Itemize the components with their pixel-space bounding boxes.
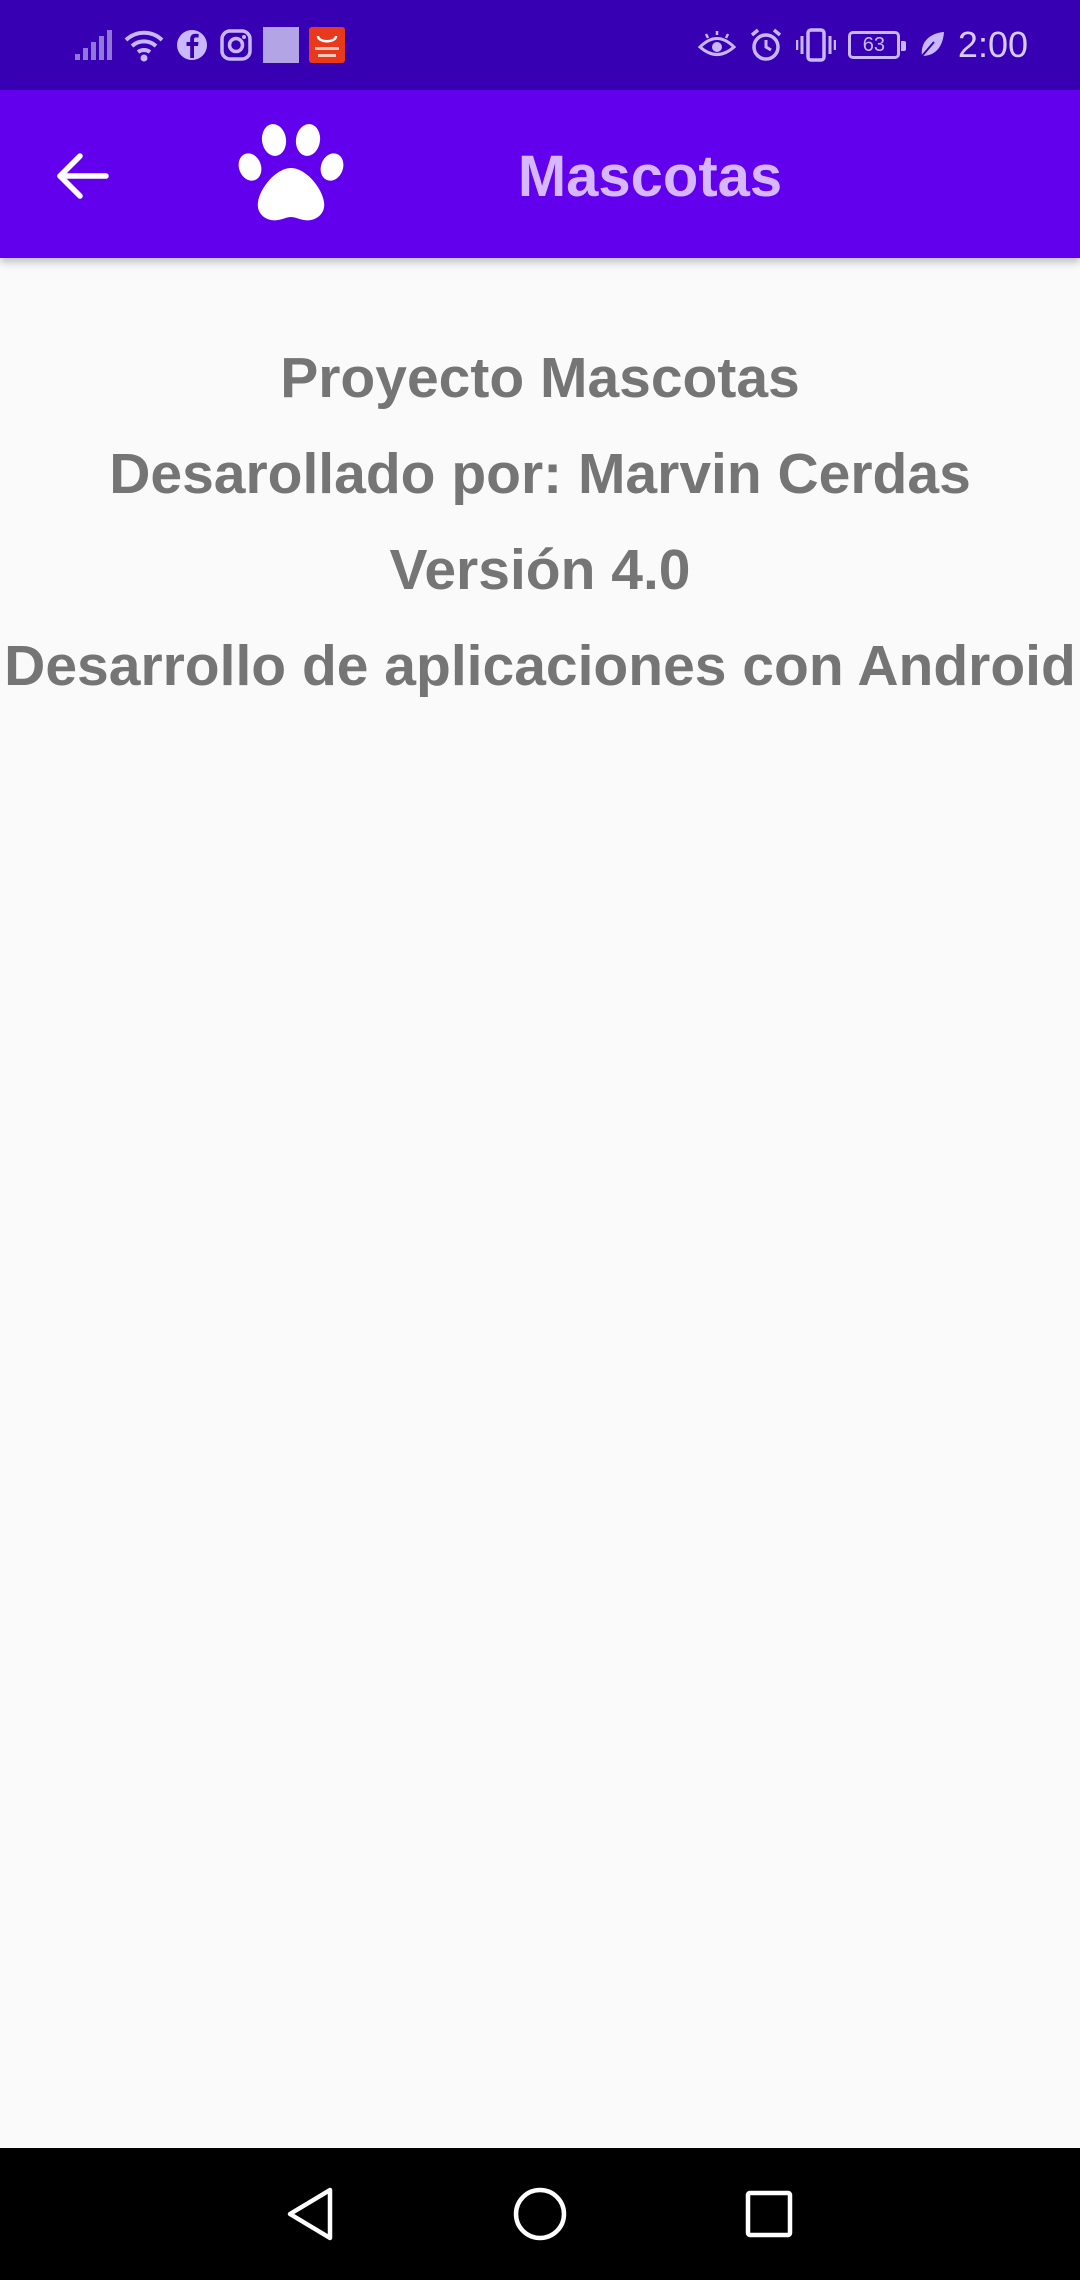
course-text: Desarrollo de aplicaciones con Android — [4, 634, 1076, 698]
nav-recents-button[interactable] — [733, 2178, 805, 2250]
instagram-icon — [219, 24, 253, 66]
alarm-icon — [748, 24, 784, 66]
developer-text: Desarollado por: Marvin Cerdas — [109, 442, 971, 506]
aliexpress-icon — [309, 24, 345, 66]
nav-back-button[interactable] — [274, 2178, 346, 2250]
back-triangle-icon — [287, 2187, 333, 2241]
vibrate-icon — [795, 24, 836, 66]
nav-home-button[interactable] — [504, 2178, 576, 2250]
arrow-back-icon — [57, 153, 109, 199]
navigation-bar — [0, 2148, 1080, 2280]
back-button[interactable] — [40, 134, 124, 218]
about-content: Proyecto Mascotas Desarollado por: Marvi… — [0, 330, 1080, 714]
wifi-icon — [123, 24, 165, 66]
eye-comfort-icon — [697, 24, 736, 66]
battery-level: 63 — [862, 33, 886, 56]
power-saver-leaf-icon — [918, 24, 946, 66]
battery-icon: 63 — [847, 31, 906, 59]
project-name-text: Proyecto Mascotas — [280, 346, 800, 410]
app-bar: Mascotas — [0, 90, 1080, 258]
status-time: 2:00 — [957, 24, 1028, 65]
version-text: Versión 4.0 — [389, 538, 691, 602]
status-left-icons — [75, 24, 345, 66]
signal-icon — [75, 24, 113, 66]
status-right-icons: 63 2:00 — [697, 24, 1028, 66]
recents-square-icon — [745, 2190, 793, 2238]
paw-icon — [236, 122, 346, 226]
facebook-icon — [175, 24, 209, 66]
status-bar: 63 2:00 — [0, 0, 1080, 90]
home-circle-icon — [513, 2187, 567, 2241]
square-app-icon — [263, 24, 299, 66]
app-title: Mascotas — [517, 144, 783, 209]
